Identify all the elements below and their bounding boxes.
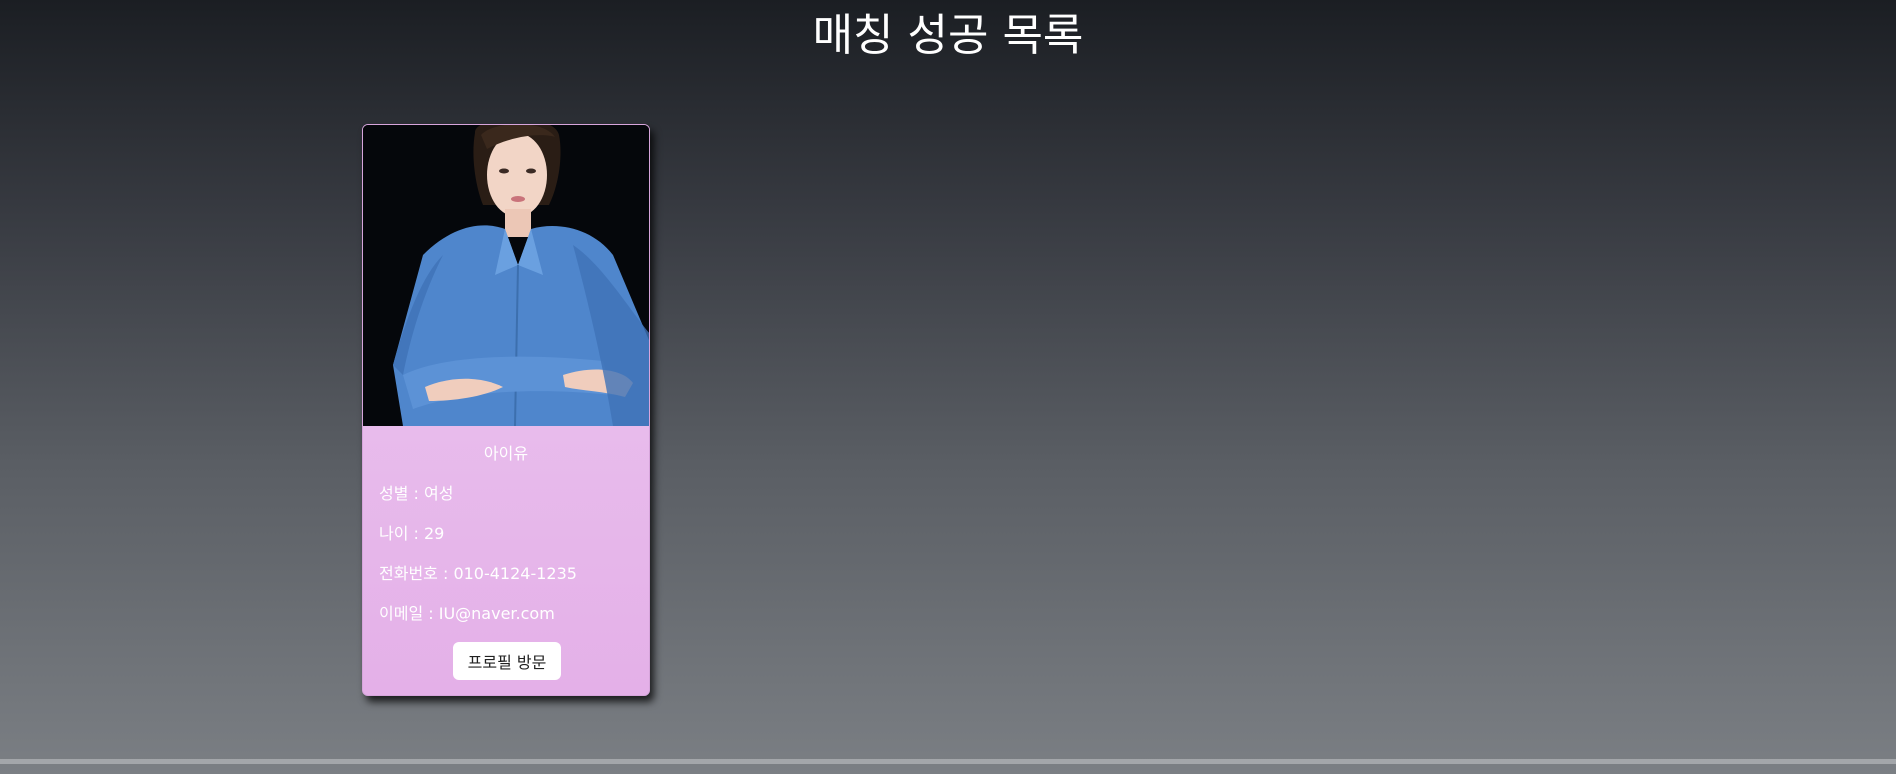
horizontal-scrollbar[interactable]: [0, 759, 1896, 764]
email-field: 이메일 : IU@naver.com: [379, 604, 555, 623]
age-field: 나이 : 29: [379, 524, 445, 543]
match-name: 아이유: [483, 444, 529, 463]
phone-field: 전화번호 : 010-4124-1235: [379, 564, 577, 583]
gender-field: 성별 : 여성: [379, 484, 454, 503]
page-title: 매칭 성공 목록: [812, 10, 1084, 61]
profile-photo: [363, 125, 649, 426]
match-card: 아이유 성별 : 여성 나이 : 29 전화번호 : 010-4124-1235…: [362, 124, 650, 696]
visit-profile-button[interactable]: 프로필 방문: [453, 642, 561, 680]
